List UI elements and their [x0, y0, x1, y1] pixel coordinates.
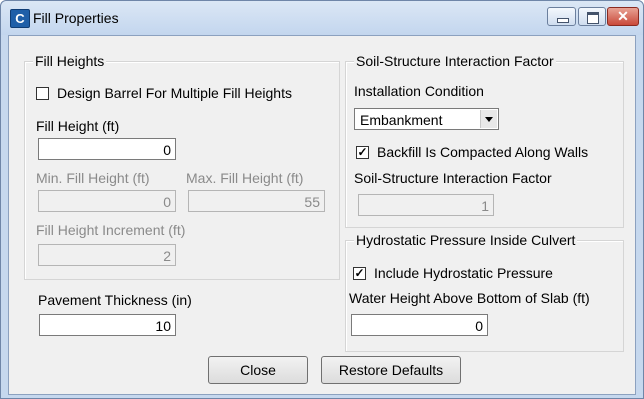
minimize-button[interactable]	[547, 7, 576, 26]
minimize-icon	[557, 18, 569, 23]
min-fill-height-input[interactable]: 0	[38, 190, 176, 212]
max-fill-height-label: Max. Fill Height (ft)	[186, 170, 304, 186]
maximize-button[interactable]	[578, 7, 606, 26]
chevron-down-icon[interactable]	[480, 110, 497, 128]
dialog-body: Fill Heights Design Barrel For Multiple …	[8, 35, 636, 395]
max-fill-height-input[interactable]: 55	[188, 190, 325, 212]
fill-properties-window: C Fill Properties ✕ Fill Heights Design …	[0, 0, 644, 399]
pavement-thickness-label: Pavement Thickness (in)	[38, 292, 192, 308]
include-hydrostatic-checkbox[interactable]: ✓	[353, 267, 366, 280]
soil-structure-group-title: Soil-Structure Interaction Factor	[354, 53, 556, 69]
close-button[interactable]: Close	[208, 356, 308, 384]
installation-condition-select[interactable]: Embankment	[354, 108, 499, 130]
title-bar[interactable]: C Fill Properties ✕	[1, 1, 643, 35]
checkmark-icon: ✓	[354, 266, 365, 280]
fill-height-label: Fill Height (ft)	[36, 118, 120, 134]
close-window-button[interactable]: ✕	[607, 7, 639, 26]
water-height-label: Water Height Above Bottom of Slab (ft)	[349, 290, 590, 306]
pavement-thickness-input[interactable]: 10	[39, 314, 176, 336]
checkmark-icon: ✓	[357, 145, 368, 159]
fill-height-input[interactable]: 0	[38, 138, 176, 160]
backfill-compacted-label: Backfill Is Compacted Along Walls	[377, 144, 589, 160]
maximize-icon	[587, 12, 599, 24]
fill-height-increment-label: Fill Height Increment (ft)	[36, 222, 186, 238]
app-c-icon: C	[10, 9, 30, 28]
window-title: Fill Properties	[33, 10, 119, 26]
interaction-factor-label: Soil-Structure Interaction Factor	[354, 170, 552, 186]
min-fill-height-label: Min. Fill Height (ft)	[36, 170, 150, 186]
hydrostatic-group-title: Hydrostatic Pressure Inside Culvert	[354, 232, 578, 248]
water-height-input[interactable]: 0	[351, 314, 488, 336]
installation-condition-value: Embankment	[360, 112, 443, 128]
close-icon: ✕	[617, 8, 629, 24]
interaction-factor-input[interactable]: 1	[358, 194, 494, 216]
fill-height-increment-input[interactable]: 2	[38, 244, 176, 266]
backfill-compacted-checkbox[interactable]: ✓	[356, 146, 369, 159]
fill-heights-group-title: Fill Heights	[33, 53, 107, 69]
multiple-fill-heights-checkbox[interactable]	[36, 87, 49, 100]
multiple-fill-heights-label: Design Barrel For Multiple Fill Heights	[57, 85, 292, 101]
include-hydrostatic-label: Include Hydrostatic Pressure	[374, 265, 553, 281]
installation-condition-label: Installation Condition	[354, 83, 484, 99]
restore-defaults-button[interactable]: Restore Defaults	[321, 356, 461, 384]
